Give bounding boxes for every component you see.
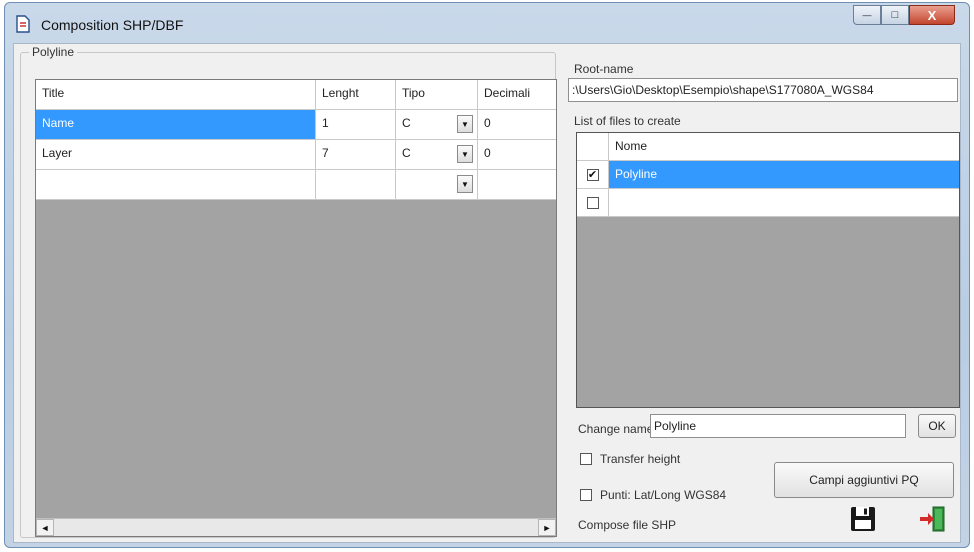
punti-latlong-option[interactable]: Punti: Lat/Long WGS84 <box>580 488 726 502</box>
tipo-dropdown-button[interactable]: ▼ <box>457 115 473 133</box>
root-name-label: Root-name <box>574 62 634 76</box>
scroll-left-button[interactable]: ◄ <box>36 519 54 536</box>
column-header-title[interactable]: Title <box>36 80 316 110</box>
change-name-label: Change name <box>578 422 654 436</box>
exit-door-icon[interactable] <box>918 504 948 534</box>
fields-grid[interactable]: Title Lenght Tipo Decimali Name 1 C ▼ 0 <box>35 79 557 537</box>
window-title: Composition SHP/DBF <box>41 17 184 33</box>
column-header-length[interactable]: Lenght <box>316 80 396 110</box>
cell-decimali[interactable] <box>478 170 556 200</box>
minimize-button[interactable]: — <box>853 5 881 25</box>
transfer-height-checkbox[interactable] <box>580 453 592 465</box>
campi-aggiuntivi-button[interactable]: Campi aggiuntivi PQ <box>774 462 954 498</box>
table-row[interactable]: Name 1 C ▼ 0 <box>36 110 556 140</box>
tipo-value: C <box>402 146 411 160</box>
tipo-value: C <box>402 116 411 130</box>
cell-title[interactable]: Name <box>36 110 316 140</box>
chevron-down-icon: ▼ <box>461 179 469 189</box>
chevron-down-icon: ▼ <box>461 149 469 159</box>
floppy-disk-icon[interactable] <box>848 504 878 534</box>
column-header-decimali[interactable]: Decimali <box>478 80 556 110</box>
grid-header-row: Title Lenght Tipo Decimali <box>36 80 556 110</box>
column-header-nome[interactable]: Nome <box>609 133 959 161</box>
table-row[interactable]: Layer 7 C ▼ 0 <box>36 140 556 170</box>
root-name-input[interactable]: :\Users\Gio\Desktop\Esempio\shape\S17708… <box>568 78 958 102</box>
cell-tipo[interactable]: ▼ <box>396 170 478 200</box>
maximize-icon: □ <box>891 9 899 21</box>
polyline-groupbox: Polyline Title Lenght Tipo Decimali Name… <box>20 45 557 538</box>
cell-tipo[interactable]: C ▼ <box>396 140 478 170</box>
list-item[interactable]: ✔ Polyline <box>577 161 959 189</box>
close-button[interactable]: X <box>909 5 955 25</box>
dialog-client-area: Polyline Title Lenght Tipo Decimali Name… <box>13 43 961 543</box>
cell-title[interactable]: Layer <box>36 140 316 170</box>
arrow-right-icon: ► <box>542 522 552 533</box>
cell-decimali[interactable]: 0 <box>478 140 556 170</box>
file-checkbox[interactable] <box>586 196 599 209</box>
change-name-input[interactable]: Polyline <box>650 414 906 438</box>
groupbox-label: Polyline <box>29 45 78 59</box>
horizontal-scrollbar[interactable]: ◄ ► <box>36 518 556 536</box>
transfer-height-label: Transfer height <box>600 452 681 466</box>
scroll-right-button[interactable]: ► <box>538 519 556 536</box>
ok-button[interactable]: OK <box>918 414 956 438</box>
header-check-cell <box>577 133 609 161</box>
app-window: Composition SHP/DBF — □ X Polyline Title… <box>4 2 970 548</box>
cell-length[interactable] <box>316 170 396 200</box>
files-grid[interactable]: Nome ✔ Polyline <box>576 132 960 408</box>
cell-length[interactable]: 7 <box>316 140 396 170</box>
transfer-height-option[interactable]: Transfer height <box>580 452 680 466</box>
cell-title[interactable] <box>36 170 316 200</box>
tipo-dropdown-button[interactable]: ▼ <box>457 175 473 193</box>
file-name-cell[interactable] <box>609 189 959 217</box>
tipo-dropdown-button[interactable]: ▼ <box>457 145 473 163</box>
cell-decimali[interactable]: 0 <box>478 110 556 140</box>
compose-file-label: Compose file SHP <box>578 518 677 532</box>
window-controls: — □ X <box>853 5 955 25</box>
column-header-tipo[interactable]: Tipo <box>396 80 478 110</box>
close-icon: X <box>927 7 937 23</box>
punti-latlong-label: Punti: Lat/Long WGS84 <box>600 488 727 502</box>
punti-latlong-checkbox[interactable] <box>580 489 592 501</box>
file-name-cell[interactable]: Polyline <box>609 161 959 189</box>
list-item[interactable] <box>577 189 959 217</box>
file-checkbox[interactable]: ✔ <box>586 168 599 181</box>
cell-tipo[interactable]: C ▼ <box>396 110 478 140</box>
cell-length[interactable]: 1 <box>316 110 396 140</box>
minimize-icon: — <box>862 10 872 20</box>
chevron-down-icon: ▼ <box>461 119 469 129</box>
maximize-button[interactable]: □ <box>881 5 909 25</box>
arrow-left-icon: ◄ <box>40 522 50 533</box>
files-list-label: List of files to create <box>574 114 681 128</box>
document-icon <box>16 15 30 33</box>
title-bar: Composition SHP/DBF — □ X <box>5 3 969 43</box>
file-checkbox-cell[interactable] <box>577 189 609 217</box>
files-grid-header: Nome <box>577 133 959 161</box>
file-checkbox-cell[interactable]: ✔ <box>577 161 609 189</box>
table-row-new[interactable]: ▼ <box>36 170 556 200</box>
